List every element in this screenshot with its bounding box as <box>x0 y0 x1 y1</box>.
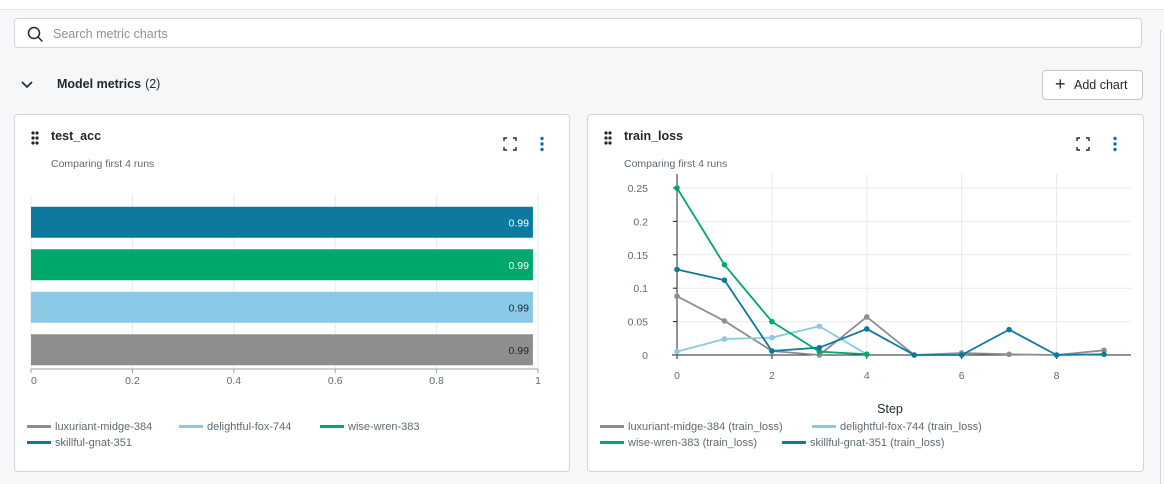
legend-item[interactable]: delightful-fox-744 (train_loss) <box>812 421 982 433</box>
y-tick-label: 0.25 <box>628 183 649 195</box>
bar-value-label: 0.99 <box>508 302 529 314</box>
data-point <box>911 352 918 358</box>
data-point <box>1053 352 1060 358</box>
data-point <box>1006 326 1012 333</box>
legend-item[interactable]: wise-wren-383 <box>320 421 420 433</box>
search-input[interactable] <box>51 23 1115 45</box>
section-title-label: Model metrics <box>57 77 142 91</box>
bar-delightful-fox-744 <box>31 291 533 323</box>
legend-swatch <box>27 424 51 428</box>
data-point <box>816 344 823 351</box>
data-point <box>958 352 965 358</box>
x-tick-label: 6 <box>959 370 965 382</box>
legend-swatch <box>782 440 806 444</box>
bar-skillful-gnat-351 <box>31 206 533 238</box>
legend-swatch <box>27 440 51 444</box>
legend-item[interactable]: wise-wren-383 (train_loss) <box>600 437 757 449</box>
data-point <box>674 185 680 191</box>
data-point <box>769 334 775 341</box>
x-tick-label: 0.6 <box>328 375 343 387</box>
data-point <box>769 318 775 325</box>
x-axis-label: Step <box>877 402 903 416</box>
legend-item[interactable]: skillful-gnat-351 (train_loss) <box>782 437 945 449</box>
chart-card-train-loss: train_loss Comparing first 4 runs 024680… <box>587 114 1144 472</box>
legend-swatch <box>600 424 624 428</box>
legend-label: luxuriant-midge-384 (train_loss) <box>628 421 783 433</box>
legend-label: skillful-gnat-351 <box>55 437 133 449</box>
legend-label: skillful-gnat-351 (train_loss) <box>810 437 945 449</box>
series-line-3 <box>676 268 1105 356</box>
top-bar <box>0 0 1164 10</box>
y-tick-label: 0 <box>642 350 648 362</box>
bar-value-label: 0.99 <box>508 345 529 357</box>
add-chart-label: Add chart <box>1074 78 1128 92</box>
x-tick-label: 0.4 <box>226 375 241 387</box>
data-point <box>721 277 728 283</box>
legend-label: delightful-fox-744 (train_loss) <box>840 421 982 433</box>
section-count: (2) <box>145 77 161 91</box>
add-chart-button[interactable]: + Add chart <box>1042 70 1143 100</box>
data-point <box>863 351 870 358</box>
search-icon <box>27 26 43 42</box>
train-loss-plot: 0 2 4 6 8 0 0.05 0.1 0.15 0.2 0.25 Step <box>628 174 1131 416</box>
x-tick-label: 0 <box>31 375 37 387</box>
bar-luxuriant-midge-384 <box>31 334 533 366</box>
legend-item[interactable]: luxuriant-midge-384 (train_loss) <box>600 421 783 433</box>
x-tick-label: 0 <box>674 370 680 382</box>
x-tick-label: 8 <box>1054 370 1060 382</box>
data-point <box>1101 351 1107 358</box>
legend-swatch <box>600 440 624 444</box>
legend-item[interactable]: skillful-gnat-351 <box>27 437 132 449</box>
data-point <box>721 318 728 324</box>
y-tick-label: 0.2 <box>633 216 648 228</box>
data-point <box>721 262 728 268</box>
right-scroll-divider <box>1160 30 1161 484</box>
y-tick-label: 0.05 <box>628 317 649 329</box>
x-tick-label: 4 <box>864 370 870 382</box>
y-tick-label: 0.1 <box>633 283 648 295</box>
legend-label: luxuriant-midge-384 <box>55 421 153 433</box>
legend-swatch <box>179 424 203 428</box>
data-point <box>863 326 870 332</box>
legend-label: delightful-fox-744 <box>207 421 292 433</box>
x-tick-label: 0.8 <box>429 375 444 387</box>
search-box[interactable] <box>14 18 1142 48</box>
legend-swatch <box>320 424 344 428</box>
data-point <box>863 314 870 320</box>
bar-value-label: 0.99 <box>508 217 529 229</box>
legend-label: wise-wren-383 <box>348 421 420 433</box>
x-tick-label: 2 <box>769 370 775 382</box>
legend-swatch <box>812 424 836 428</box>
data-point <box>674 293 680 300</box>
chevron-down-icon[interactable] <box>20 80 34 90</box>
legend-item[interactable]: luxuriant-midge-384 <box>27 421 152 433</box>
section-title: Model metrics (2) <box>57 77 160 91</box>
legend-label: wise-wren-383 (train_loss) <box>628 437 757 449</box>
legend-item[interactable]: delightful-fox-744 <box>179 421 291 433</box>
data-point <box>674 266 680 273</box>
data-point <box>769 348 775 354</box>
data-point <box>721 336 728 342</box>
data-point <box>1006 351 1012 358</box>
x-tick-label: 0.2 <box>125 375 140 387</box>
plus-icon: + <box>1055 74 1066 94</box>
bar-wise-wren-383 <box>31 249 533 281</box>
test-acc-plot: 0 0.2 0.4 0.6 0.8 1 0.99 0.99 0.99 0.99 <box>30 195 541 387</box>
data-point <box>816 323 823 330</box>
data-point <box>674 348 680 355</box>
y-tick-label: 0.15 <box>628 250 649 262</box>
chart-card-test-acc: test_acc Comparing first 4 runs 0 0.2 0.4 0… <box>14 114 570 472</box>
x-tick-label: 1 <box>535 375 541 387</box>
bar-value-label: 0.99 <box>508 260 529 272</box>
